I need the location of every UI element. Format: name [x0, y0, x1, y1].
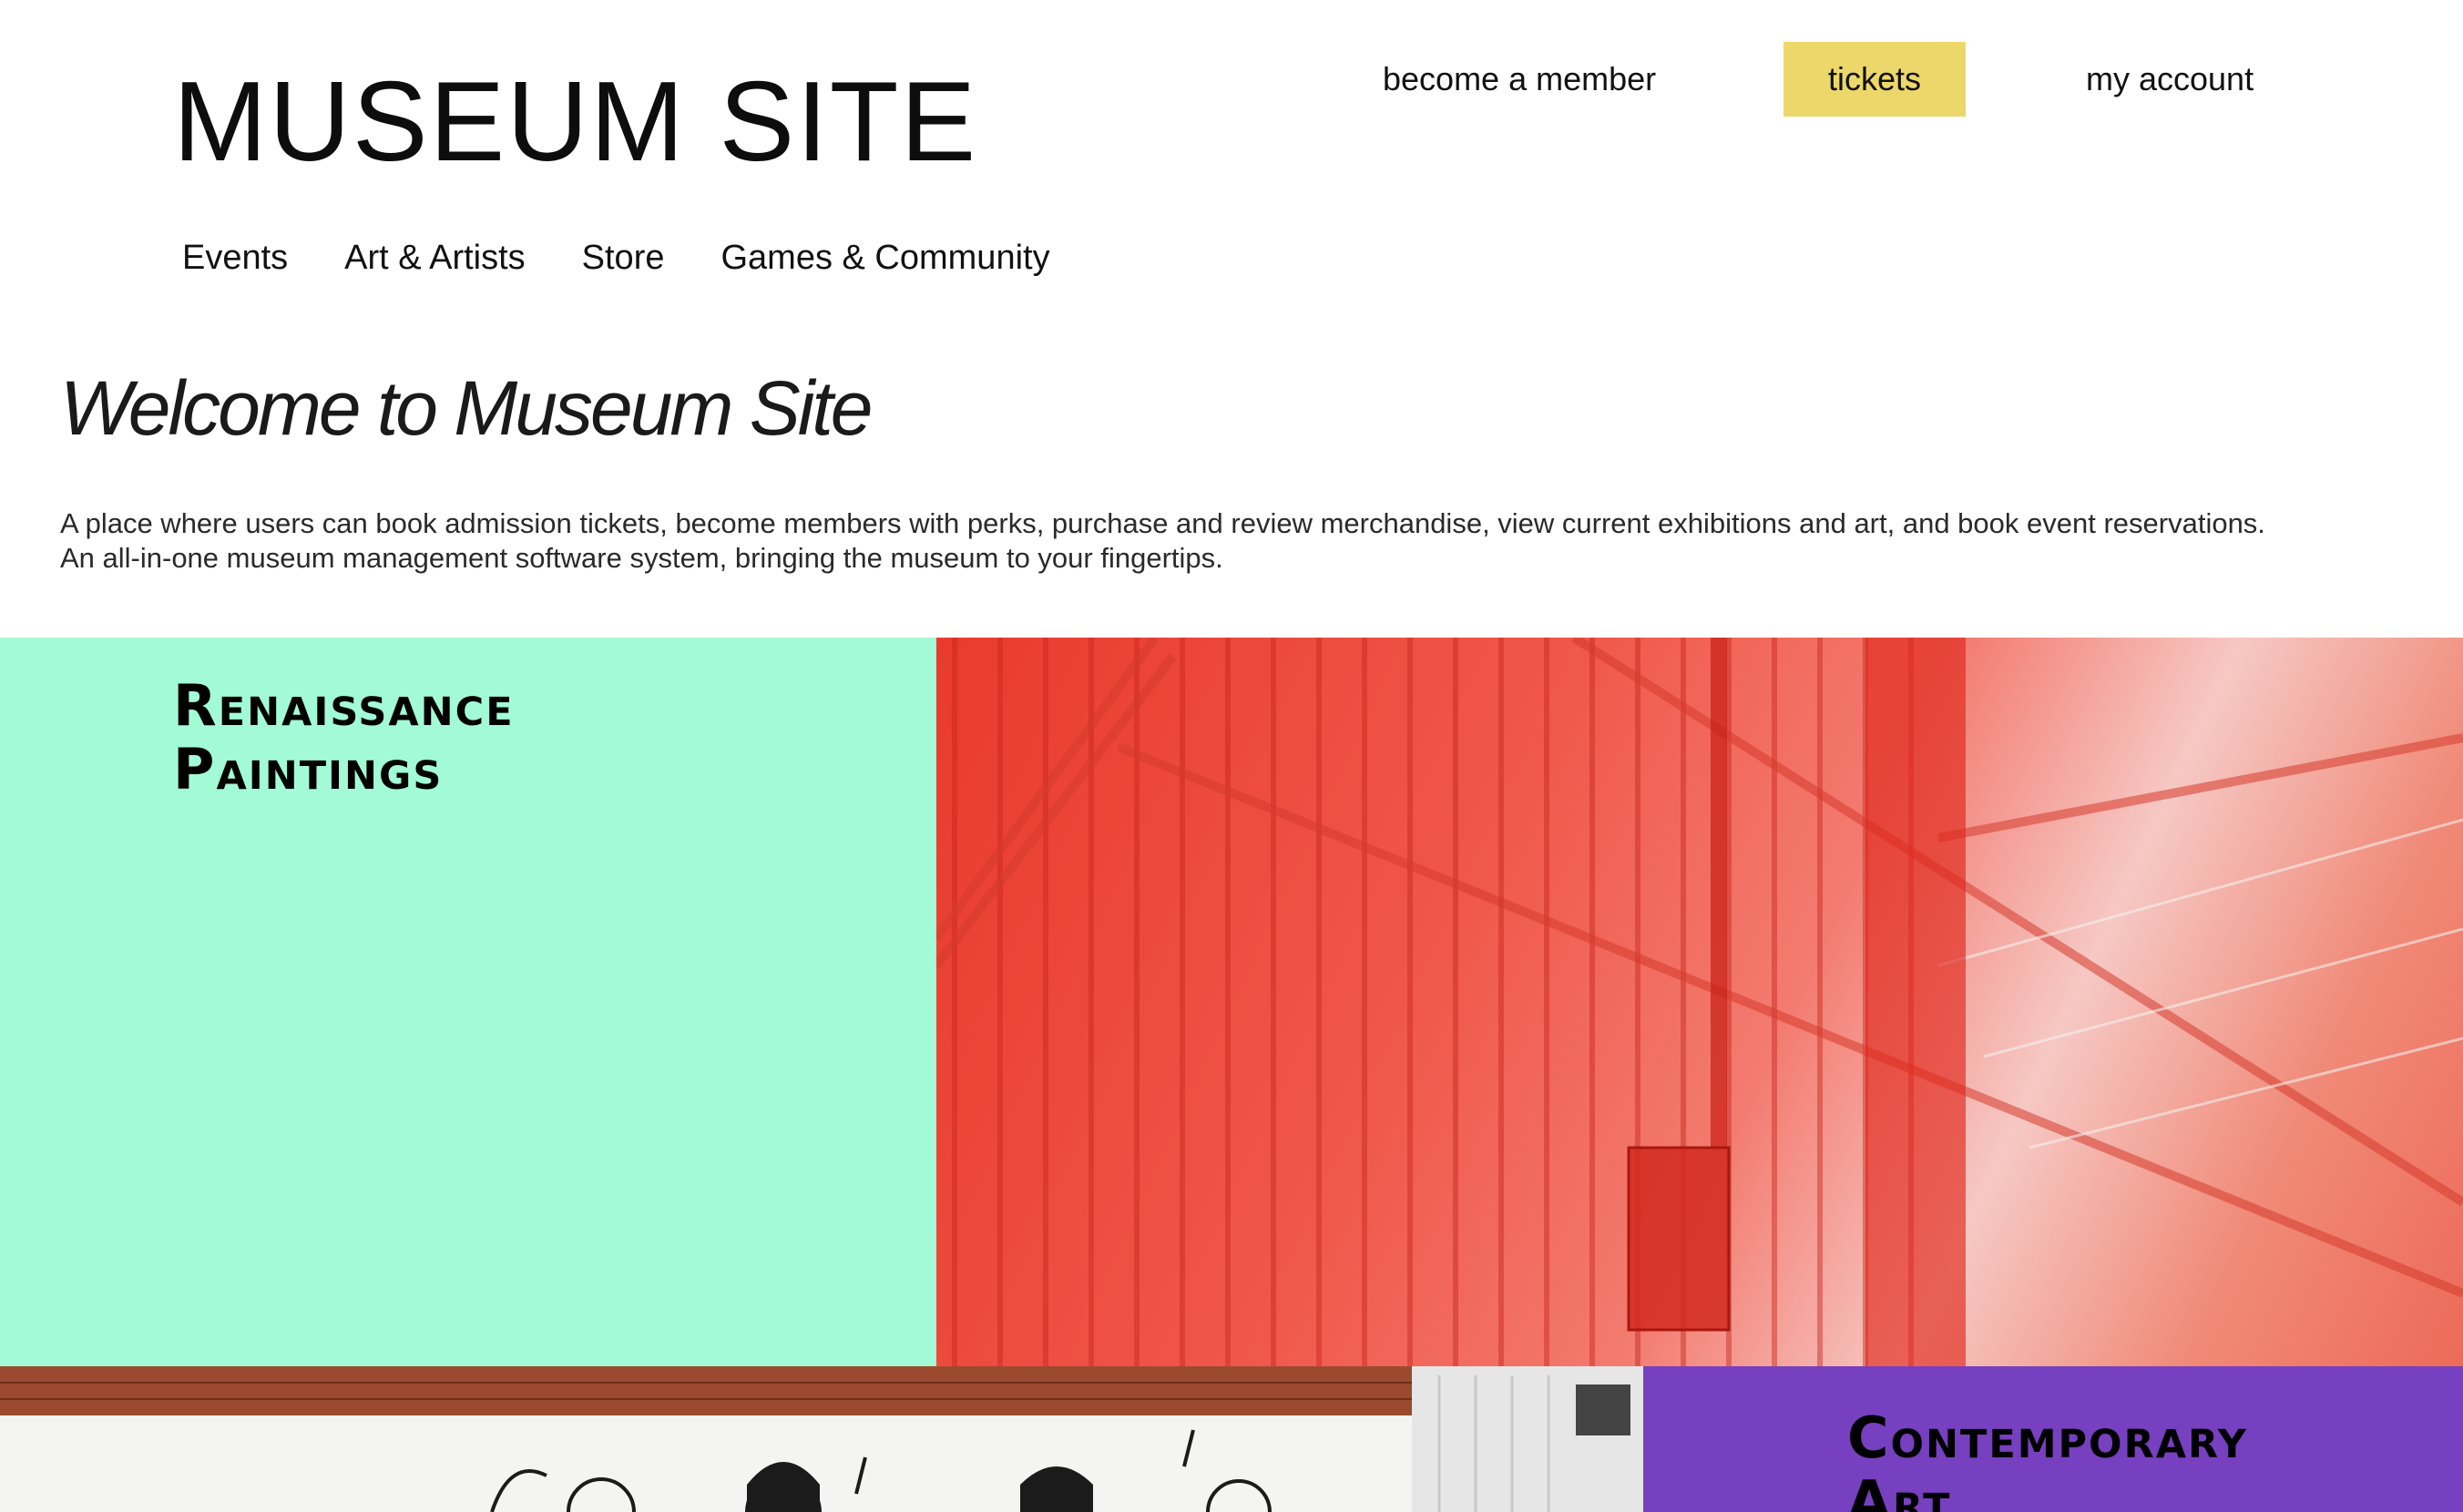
my-account-link[interactable]: my account [2086, 42, 2253, 117]
red-installation-photo[interactable] [936, 638, 2463, 1366]
mural-photo[interactable] [0, 1366, 1643, 1512]
tickets-button[interactable]: tickets [1783, 42, 1966, 117]
nav-item-games-community[interactable]: Games & Community [721, 239, 1049, 278]
intro-line-1: A place where users can book admission t… [60, 507, 2265, 539]
become-member-link[interactable]: become a member [1383, 42, 1656, 117]
contemporary-heading[interactable]: Contemporary Art [1847, 1406, 2248, 1512]
intro-line-2: An all-in-one museum management software… [60, 542, 1223, 574]
renaissance-heading-line-1: Renaissance [173, 672, 515, 739]
nav-item-events[interactable]: Events [182, 239, 288, 278]
renaissance-heading[interactable]: Renaissance Paintings [173, 674, 515, 802]
nav-item-store[interactable]: Store [582, 239, 665, 278]
renaissance-heading-line-2: Paintings [173, 736, 444, 802]
contemporary-heading-line-2: Art [1847, 1468, 1952, 1512]
red-installation-artwork [936, 638, 2463, 1366]
main-nav: Events Art & Artists Store Games & Commu… [182, 239, 1050, 278]
mural-artwork [0, 1366, 1643, 1512]
intro-text: A place where users can book admission t… [60, 506, 2447, 576]
contemporary-heading-line-1: Contemporary [1847, 1405, 2248, 1471]
nav-item-art-artists[interactable]: Art & Artists [344, 239, 525, 278]
top-links: become a member tickets my account [0, 42, 2463, 117]
welcome-heading: Welcome to Museum Site [60, 365, 873, 451]
museum-home-page: MUSEUM SITE become a member tickets my a… [0, 0, 2463, 1512]
